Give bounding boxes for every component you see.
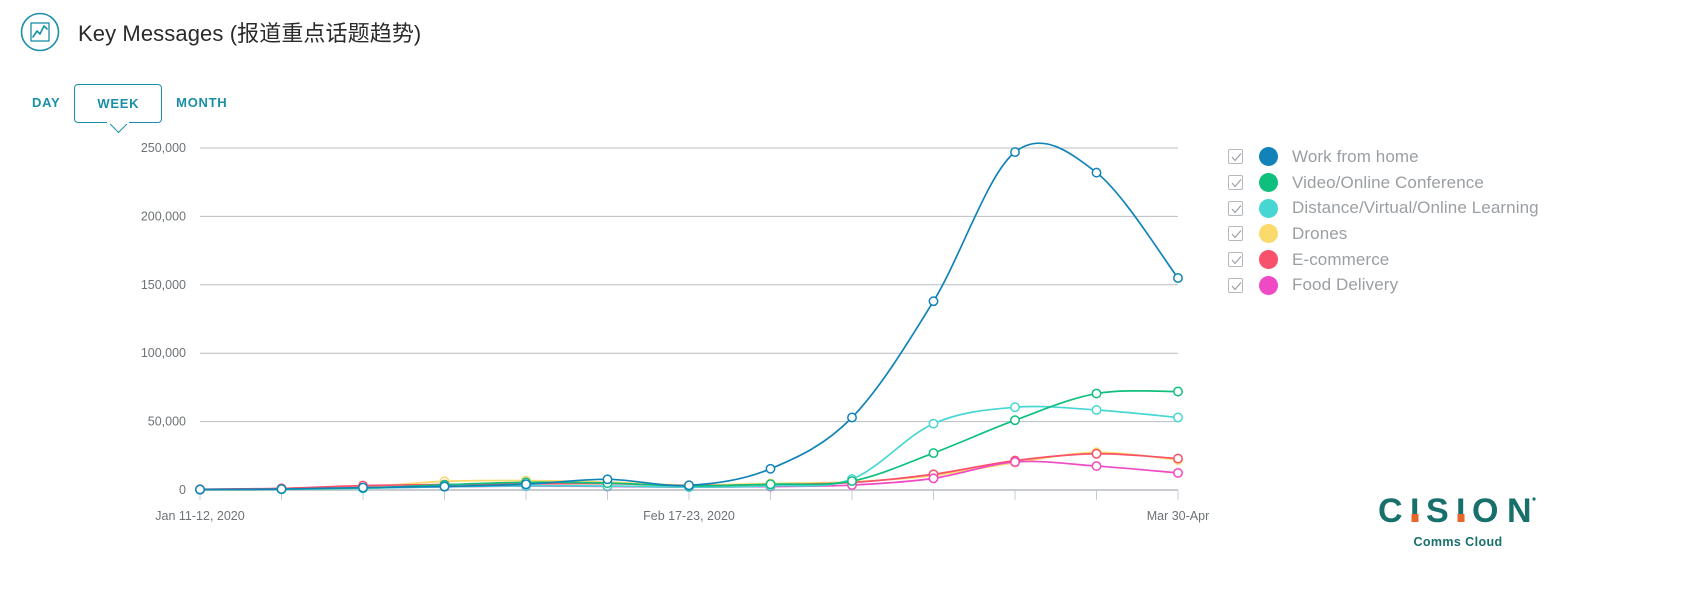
series-line	[199, 390, 1179, 491]
key-messages-widget: Key Messages (报道重点话题趋势) DAY WEEK MONTH 0…	[0, 0, 1692, 605]
data-point[interactable]	[847, 476, 857, 487]
legend-item-work-from-home[interactable]: Work from home	[1228, 144, 1539, 170]
data-point[interactable]	[1010, 457, 1020, 467]
data-point[interactable]	[928, 296, 939, 307]
data-point[interactable]	[1010, 147, 1020, 158]
legend-color-dot	[1259, 198, 1278, 218]
legend-color-dot	[1259, 173, 1278, 193]
checkbox-food-delivery[interactable]	[1228, 277, 1243, 293]
legend-label: Work from home	[1292, 146, 1419, 166]
svg-text:I: I	[1410, 494, 1422, 528]
widget-header: Key Messages (报道重点话题趋势)	[20, 12, 421, 52]
legend-color-dot	[1259, 147, 1278, 167]
x-axis-tick-label: Jan 11-12, 2020	[155, 509, 244, 523]
data-point[interactable]	[847, 412, 857, 423]
legend-item-food-delivery[interactable]: Food Delivery	[1228, 272, 1539, 298]
series-work-from-home	[195, 142, 1183, 495]
data-point[interactable]	[1091, 448, 1102, 459]
checkbox-work-from-home[interactable]	[1228, 149, 1243, 165]
svg-text:I: I	[1456, 494, 1468, 528]
data-point[interactable]	[1091, 167, 1102, 178]
data-point[interactable]	[1173, 386, 1183, 397]
data-point[interactable]	[439, 481, 450, 492]
tab-day[interactable]: DAY	[18, 84, 74, 121]
cision-wordmark: C I S I O N	[1378, 492, 1536, 530]
tab-month[interactable]: MONTH	[162, 84, 241, 121]
data-point[interactable]	[1173, 273, 1183, 283]
trend-chart: 0 50,000 100,000 150,000 200,000 250,000 Jan 1…	[0, 130, 1210, 530]
svg-text:C: C	[1378, 494, 1406, 528]
legend-item-video-online-conference[interactable]: Video/Online Conference	[1228, 170, 1539, 196]
data-point[interactable]	[928, 418, 939, 429]
series-legend: Work from home Video/Online Conference D…	[1228, 144, 1539, 298]
page-title: Key Messages (报道重点话题趋势)	[78, 21, 422, 46]
data-point[interactable]	[602, 474, 613, 485]
series-video-online-conference	[195, 386, 1183, 495]
y-axis-tick-label: 250,000	[141, 141, 186, 155]
data-point[interactable]	[276, 484, 287, 494]
data-point[interactable]	[358, 482, 368, 493]
checkbox-e-commerce[interactable]	[1228, 252, 1243, 268]
data-point[interactable]	[928, 448, 939, 459]
y-axis-tick-label: 200,000	[141, 209, 186, 223]
data-point[interactable]	[1010, 415, 1020, 426]
line-chart-circle-icon	[20, 12, 60, 52]
checkbox-drones[interactable]	[1228, 226, 1243, 242]
data-point[interactable]	[1010, 402, 1020, 413]
legend-label: Drones	[1292, 223, 1348, 243]
data-point[interactable]	[521, 479, 531, 490]
data-point[interactable]	[1091, 405, 1102, 415]
legend-label: Video/Online Conference	[1292, 172, 1484, 192]
legend-label: Food Delivery	[1292, 275, 1399, 295]
legend-item-e-commerce[interactable]: E-commerce	[1228, 247, 1539, 273]
legend-label: Distance/Virtual/Online Learning	[1292, 198, 1539, 218]
data-point[interactable]	[928, 473, 939, 484]
checkbox-distance-virtual-online-learning[interactable]	[1228, 200, 1243, 216]
data-point[interactable]	[1091, 388, 1102, 399]
chart-canvas: 0 50,000 100,000 150,000 200,000 250,000 Jan 1…	[141, 141, 1210, 523]
logo-subtitle: Comms Cloud	[1413, 535, 1503, 549]
svg-text:N: N	[1507, 494, 1535, 528]
data-point[interactable]	[1173, 467, 1183, 478]
series-line	[199, 142, 1179, 491]
series-line	[199, 405, 1179, 491]
y-axis-tick-label: 0	[179, 483, 186, 497]
data-point[interactable]	[1173, 453, 1183, 464]
data-point[interactable]	[1091, 461, 1102, 472]
x-axis-tick-label: Mar 30-Apr	[1147, 509, 1210, 523]
data-point[interactable]	[765, 463, 776, 474]
data-point[interactable]	[684, 480, 694, 491]
legend-color-dot	[1259, 224, 1278, 244]
svg-text:O: O	[1472, 494, 1501, 528]
legend-label: E-commerce	[1292, 249, 1390, 269]
granularity-tabs: DAY WEEK MONTH	[18, 84, 241, 124]
legend-item-distance-virtual-online-learning[interactable]: Distance/Virtual/Online Learning	[1228, 195, 1539, 221]
legend-color-dot	[1259, 250, 1278, 270]
svg-text:S: S	[1426, 494, 1452, 528]
y-axis-tick-label: 50,000	[148, 415, 186, 429]
data-point[interactable]	[1173, 412, 1183, 423]
cision-logo: C I S I O N Comms Cloud	[1378, 492, 1538, 549]
legend-item-drones[interactable]: Drones	[1228, 221, 1539, 247]
checkbox-video-online-conference[interactable]	[1228, 175, 1243, 191]
tab-week[interactable]: WEEK	[74, 84, 163, 124]
data-point[interactable]	[765, 479, 776, 490]
x-axis-tick-label: Feb 17-23, 2020	[643, 509, 735, 523]
legend-color-dot	[1259, 275, 1278, 295]
y-axis-tick-label: 100,000	[141, 346, 186, 360]
y-axis-tick-label: 150,000	[141, 278, 186, 292]
data-point[interactable]	[195, 484, 205, 495]
